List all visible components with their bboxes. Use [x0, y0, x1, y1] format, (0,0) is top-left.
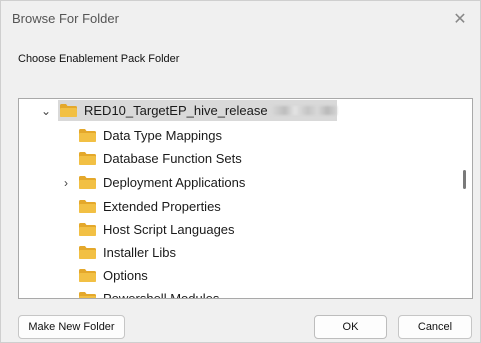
tree-item-extended-properties[interactable]: Extended Properties	[79, 195, 221, 217]
tree-item-label: Powershell Modules	[103, 290, 220, 299]
instruction-label: Choose Enablement Pack Folder	[18, 53, 180, 65]
folder-tree[interactable]: RED10_TargetEP_hive_release ⌄ Data Type …	[18, 98, 473, 299]
folder-icon	[79, 175, 96, 189]
folder-icon	[79, 151, 96, 165]
tree-item-label: Installer Libs	[103, 244, 176, 260]
folder-icon	[60, 104, 77, 117]
close-button[interactable]: ✕	[438, 1, 480, 37]
chevron-right-icon[interactable]: ›	[64, 172, 68, 194]
folder-icon	[79, 268, 96, 282]
chevron-down-icon[interactable]: ⌄	[41, 100, 51, 122]
title-bar: Browse For Folder ✕	[1, 1, 480, 37]
dialog-title: Browse For Folder	[12, 11, 119, 26]
tree-item-label: Database Function Sets	[103, 150, 242, 166]
tree-item-options[interactable]: Options	[79, 264, 148, 286]
tree-item-host-script-languages[interactable]: Host Script Languages	[79, 218, 235, 240]
folder-icon	[79, 291, 96, 298]
tree-item-database-function-sets[interactable]: Database Function Sets	[79, 147, 242, 169]
tree-item-label: Options	[103, 267, 148, 283]
tree-item-label: RED10_TargetEP_hive_release	[84, 103, 268, 118]
folder-icon	[79, 222, 96, 236]
cancel-button[interactable]: Cancel	[398, 315, 472, 339]
tree-item-label: Deployment Applications	[103, 174, 246, 190]
tree-item-label: Extended Properties	[103, 198, 221, 214]
browse-for-folder-dialog: Browse For Folder ✕ Choose Enablement Pa…	[0, 0, 481, 343]
folder-icon	[79, 245, 96, 259]
tree-item-powershell-modules[interactable]: Powershell Modules	[79, 287, 220, 299]
scrollbar-thumb[interactable]	[463, 170, 466, 189]
tree-item-label: Data Type Mappings	[103, 127, 222, 143]
make-new-folder-button[interactable]: Make New Folder	[18, 315, 125, 339]
tree-item-root[interactable]: RED10_TargetEP_hive_release	[58, 100, 337, 121]
tree-item-deployment-applications[interactable]: Deployment Applications	[79, 171, 245, 193]
folder-icon	[79, 128, 96, 142]
tree-item-data-type-mappings[interactable]: Data Type Mappings	[79, 124, 222, 146]
ok-button[interactable]: OK	[314, 315, 387, 339]
folder-icon	[79, 199, 96, 213]
tree-item-label: Host Script Languages	[103, 221, 235, 237]
close-icon: ✕	[453, 11, 467, 28]
tree-item-installer-libs[interactable]: Installer Libs	[79, 241, 176, 263]
redacted-text	[271, 106, 337, 115]
